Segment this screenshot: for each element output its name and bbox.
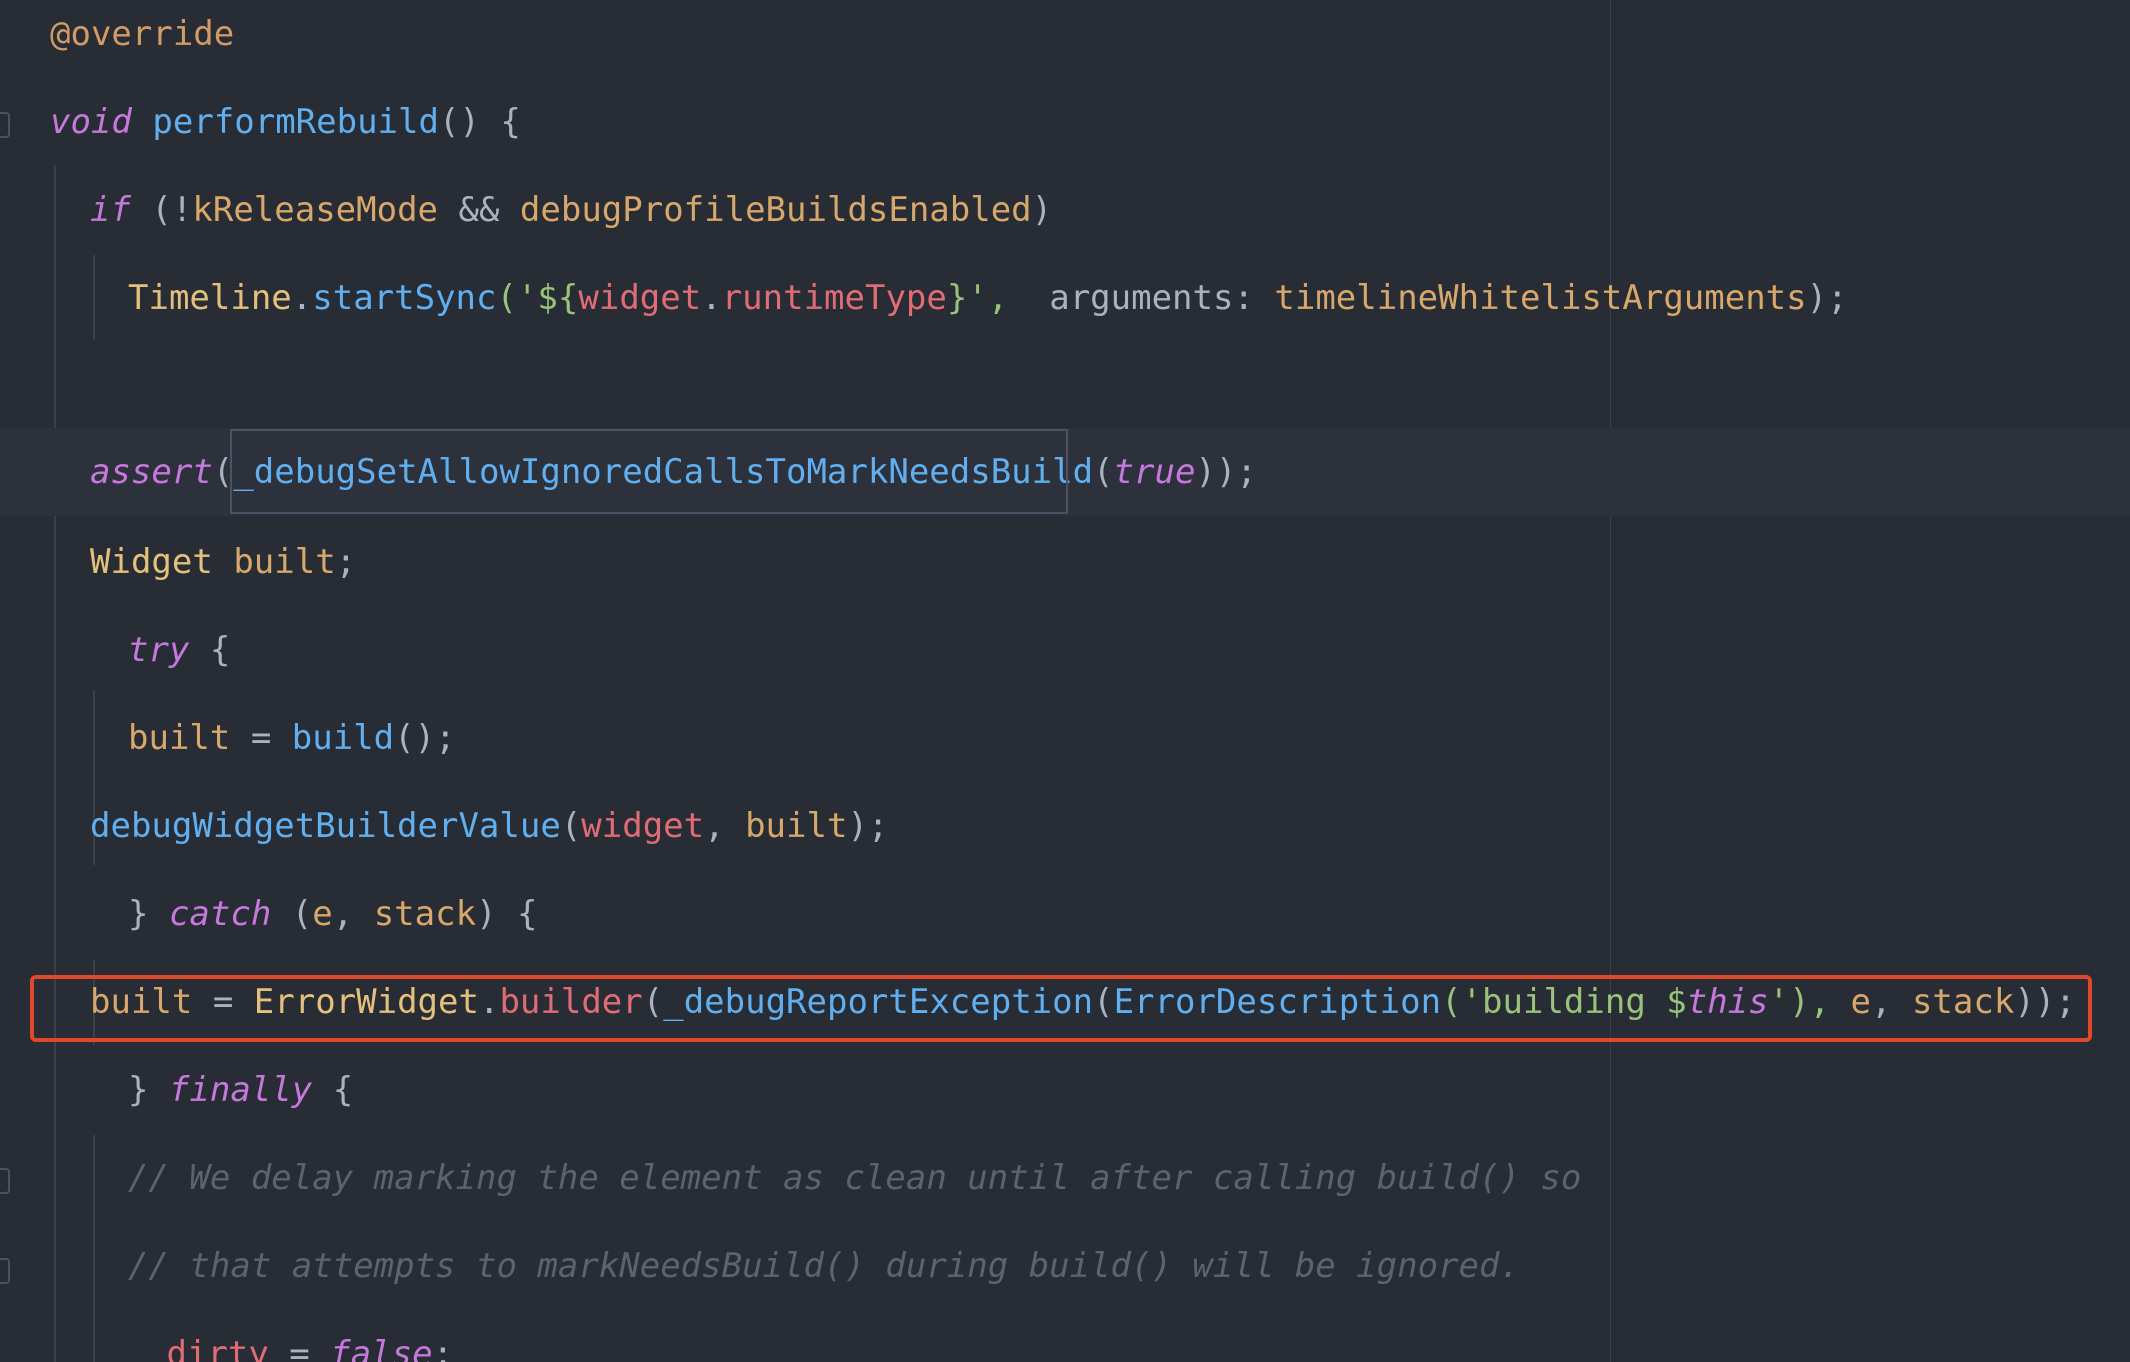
code-line[interactable]: if (!kReleaseMode && debugProfileBuildsE…	[0, 166, 2130, 254]
class-name: Widget	[90, 542, 213, 582]
field: widget	[578, 278, 702, 318]
red-annotation-box	[30, 975, 2092, 1042]
punctuation: (	[271, 894, 313, 934]
keyword: try	[128, 630, 190, 670]
identifier: built	[128, 718, 231, 758]
punctuation: ,	[332, 894, 374, 934]
keyword: true	[1113, 452, 1196, 492]
punctuation: ();	[394, 718, 456, 758]
identifier: stack	[373, 894, 477, 934]
identifier: kReleaseMode	[192, 190, 439, 230]
identifier: debugProfileBuildsEnabled	[519, 190, 1032, 230]
keyword: void	[50, 102, 132, 142]
punctuation: }	[128, 894, 169, 934]
keyword: finally	[168, 1070, 313, 1110]
code-editor[interactable]: @override void performRebuild() { if (!k…	[0, 0, 2130, 1362]
punctuation: ));	[1195, 452, 1257, 492]
keyword: false	[330, 1334, 433, 1362]
code-line[interactable]: Widget built;	[0, 518, 2130, 606]
identifier: built	[745, 806, 848, 846]
code-line[interactable]: @override	[0, 0, 2130, 78]
identifier: e	[312, 894, 333, 934]
code-line[interactable]: built = build();	[0, 694, 2130, 782]
punctuation: );	[1806, 278, 1848, 318]
field: _dirty	[146, 1334, 269, 1362]
keyword: assert	[90, 452, 213, 492]
method-name: startSync	[312, 278, 497, 318]
punctuation: }	[128, 1070, 169, 1110]
code-line[interactable]: Timeline.startSync('${widget.runtimeType…	[0, 254, 2130, 342]
annotation: @override	[50, 14, 235, 54]
keyword: catch	[168, 894, 272, 934]
code-line[interactable]: } catch (e, stack) {	[0, 870, 2130, 958]
code-line[interactable]: void performRebuild() {	[0, 78, 2130, 166]
method-name: build	[291, 718, 395, 758]
field: runtimeType	[721, 278, 947, 318]
code-line[interactable]: _dirty = false;	[0, 1310, 2130, 1362]
comment: // We delay marking the element as clean…	[128, 1158, 1582, 1198]
identifier: timelineWhitelistArguments	[1274, 278, 1807, 318]
punctuation: (!	[130, 190, 193, 230]
named-argument: arguments:	[1049, 278, 1275, 318]
punctuation: ;	[432, 1334, 454, 1362]
operator: =	[230, 718, 292, 758]
punctuation: .	[701, 278, 722, 318]
code-line[interactable]: // that attempts to markNeedsBuild() dur…	[0, 1222, 2130, 1310]
code-line[interactable]: try {	[0, 606, 2130, 694]
string: }',	[946, 278, 1050, 318]
method-name: debugWidgetBuilderValue	[90, 806, 561, 846]
punctuation: ) {	[476, 894, 538, 934]
punctuation: () {	[438, 102, 521, 142]
method-name: performRebuild	[152, 102, 439, 142]
punctuation: (	[1093, 452, 1114, 492]
string: ('${	[496, 278, 579, 318]
punctuation: .	[291, 278, 313, 318]
punctuation: {	[189, 630, 231, 670]
identifier: built	[233, 542, 336, 582]
operator: &&	[438, 190, 520, 230]
code-line[interactable]: debugWidgetBuilderValue(widget, built);	[0, 782, 2130, 870]
punctuation: ;	[335, 542, 357, 582]
punctuation: )	[1031, 190, 1053, 230]
punctuation: (	[560, 806, 582, 846]
class-name: Timeline	[128, 278, 292, 318]
operator: =	[268, 1334, 331, 1362]
code-line[interactable]	[0, 342, 2130, 430]
identifier-highlight-box	[230, 429, 1068, 514]
code-line[interactable]: // We delay marking the element as clean…	[0, 1134, 2130, 1222]
punctuation: {	[312, 1070, 354, 1110]
punctuation: );	[847, 806, 889, 846]
keyword: if	[90, 190, 131, 230]
comment: // that attempts to markNeedsBuild() dur…	[128, 1246, 1520, 1286]
field: widget	[581, 806, 705, 846]
punctuation: ,	[704, 806, 746, 846]
code-line[interactable]: } finally {	[0, 1046, 2130, 1134]
